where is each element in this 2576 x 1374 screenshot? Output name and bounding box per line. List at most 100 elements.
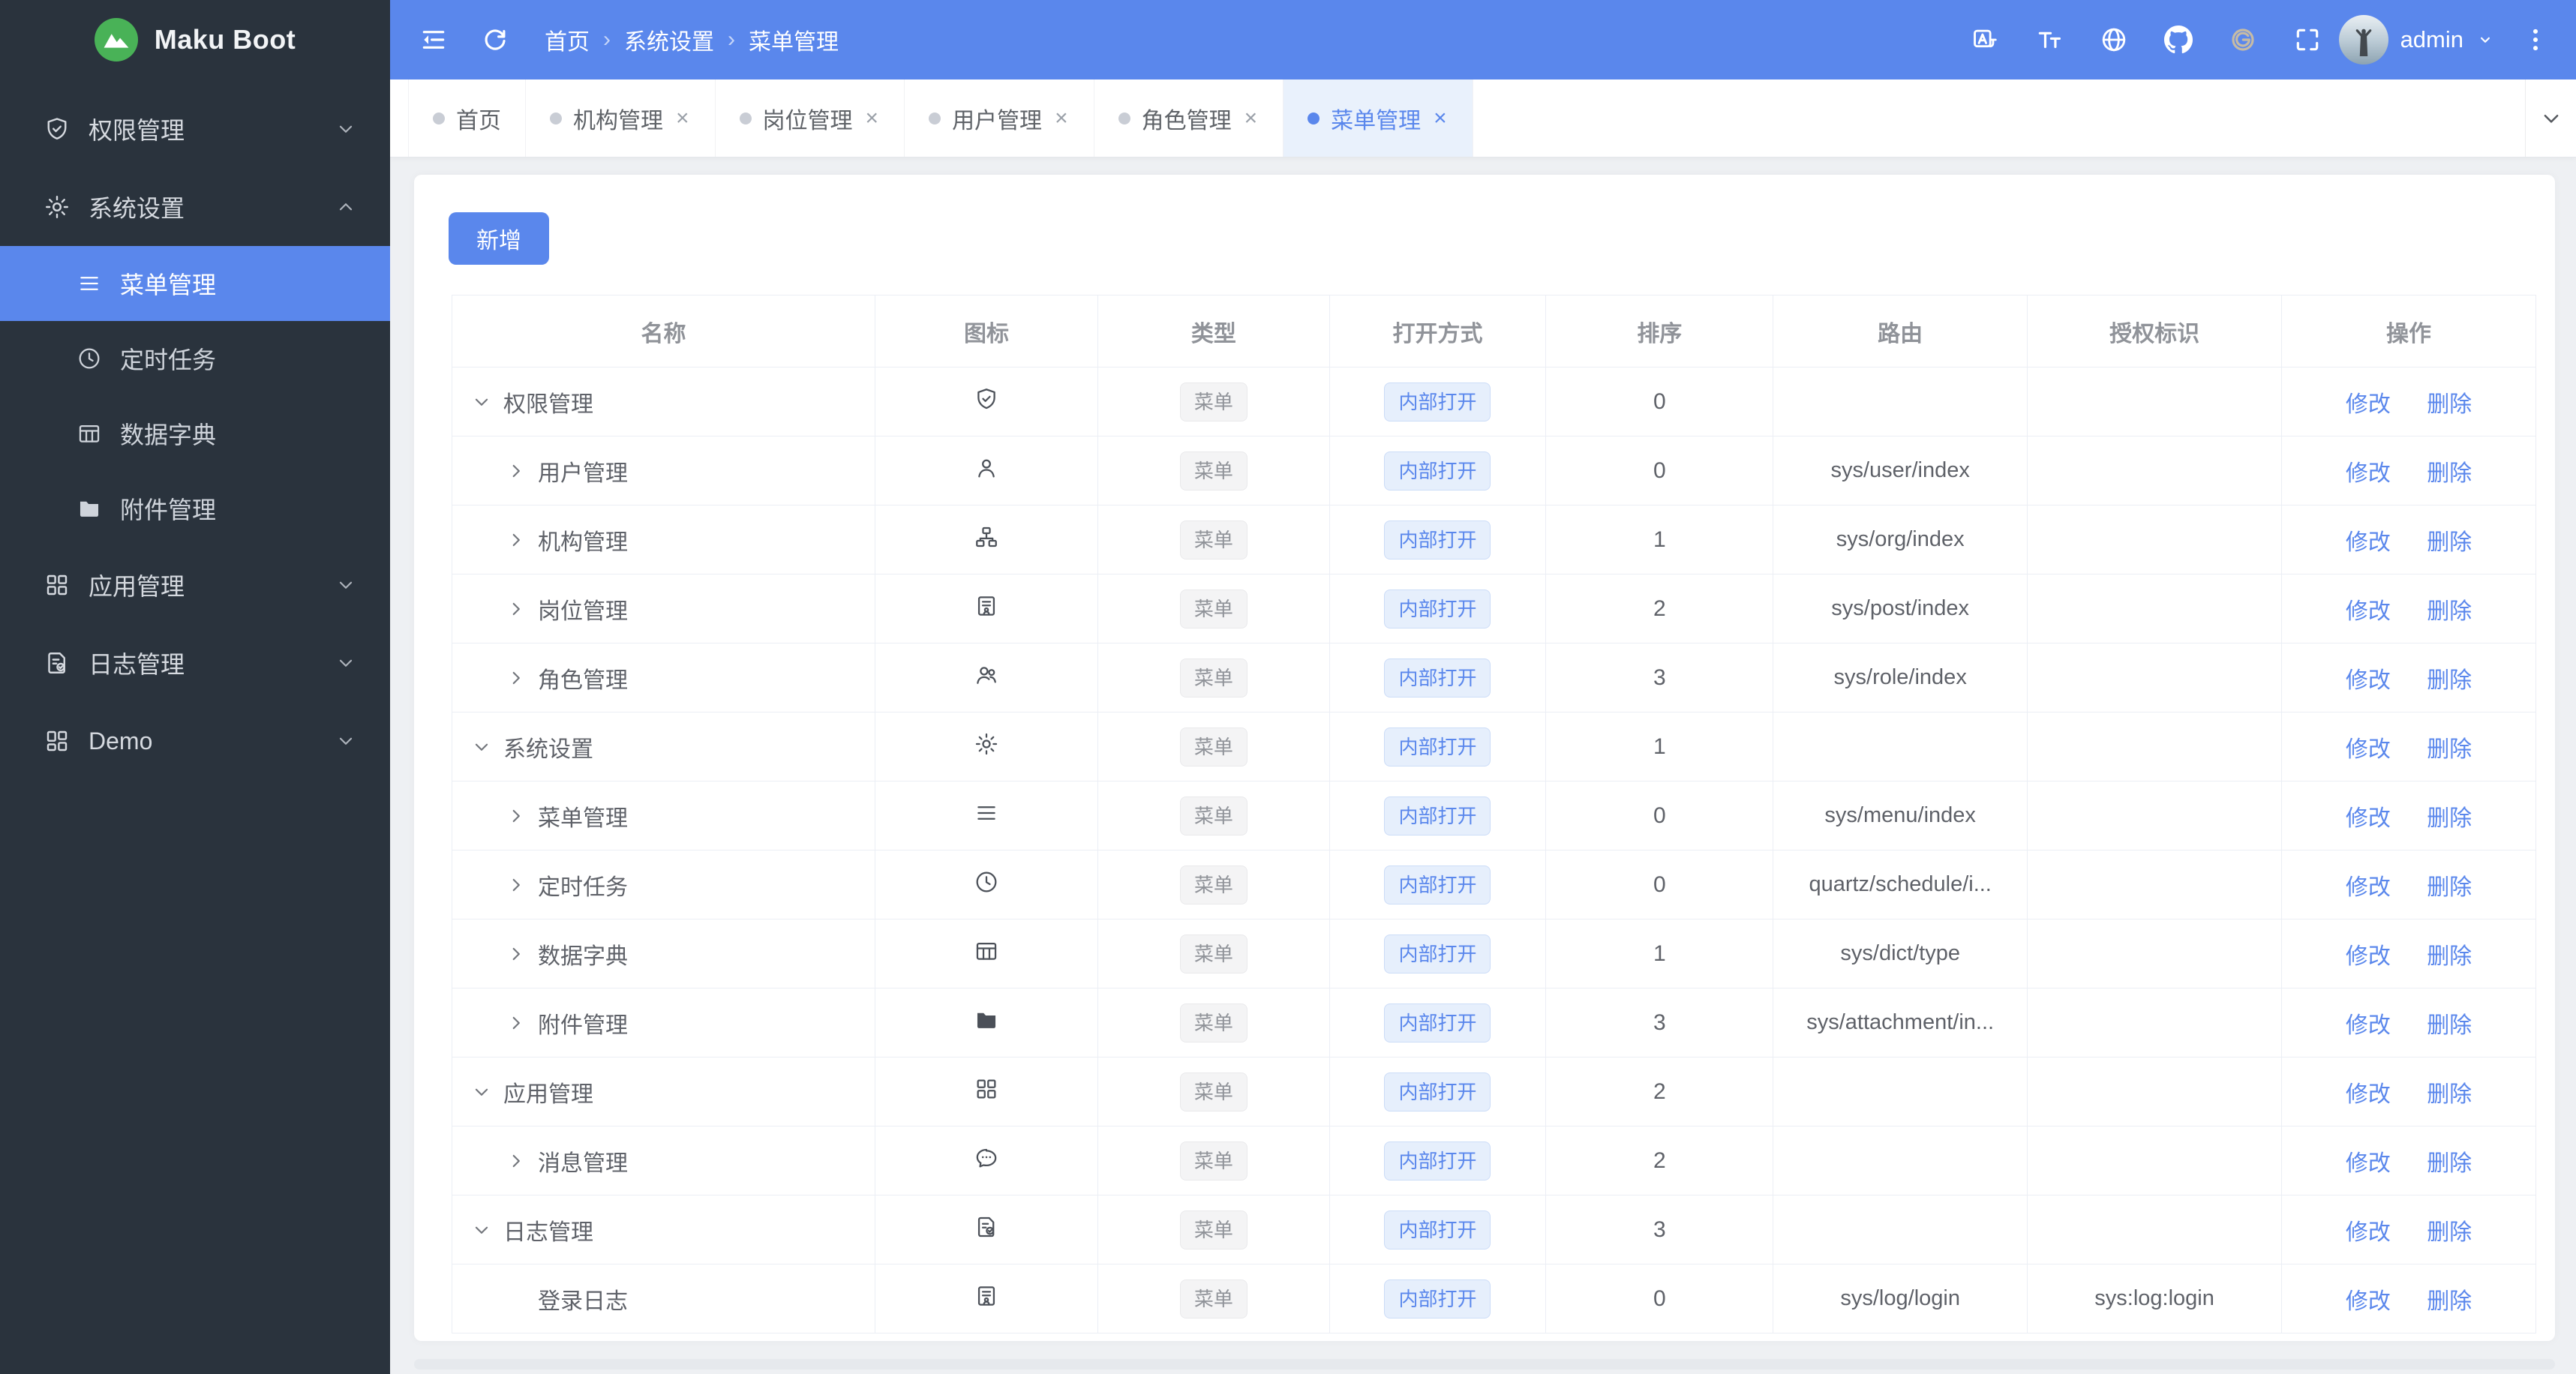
row-expand-icon[interactable] — [506, 668, 526, 688]
delete-link[interactable]: 删除 — [2427, 530, 2472, 555]
row-expand-icon[interactable] — [506, 806, 526, 826]
delete-link[interactable]: 删除 — [2427, 1220, 2472, 1245]
edit-link[interactable]: 修改 — [2346, 1151, 2391, 1176]
cell-name: 登录日志 — [452, 1264, 875, 1334]
refresh-icon[interactable] — [474, 19, 516, 61]
add-button[interactable]: 新增 — [449, 212, 549, 265]
edit-link[interactable]: 修改 — [2346, 1220, 2391, 1245]
delete-link[interactable]: 删除 — [2427, 806, 2472, 831]
delete-link[interactable]: 删除 — [2427, 1013, 2472, 1038]
row-collapse-icon[interactable] — [472, 1220, 491, 1240]
row-collapse-icon[interactable] — [472, 392, 491, 412]
cell-open-mode: 内部打开 — [1329, 1195, 1547, 1264]
cell-open-mode: 内部打开 — [1329, 1264, 1547, 1334]
sidebar-subitem-菜单管理[interactable]: 菜单管理 — [0, 246, 390, 321]
sidebar-subitem-数据字典[interactable]: 数据字典 — [0, 396, 390, 471]
cell-auth — [2027, 436, 2283, 506]
row-expand-icon[interactable] — [506, 875, 526, 895]
tab-close-icon[interactable]: × — [1243, 106, 1259, 131]
tabs-overflow-chevron-icon[interactable] — [2525, 80, 2576, 157]
gitee-icon[interactable] — [2222, 19, 2264, 61]
collapse-menu-icon[interactable] — [413, 19, 455, 61]
cell-auth — [2027, 1126, 2283, 1196]
column-header-授权标识: 授权标识 — [2027, 295, 2283, 368]
delete-link[interactable]: 删除 — [2427, 461, 2472, 486]
cell-icon — [874, 919, 1099, 988]
folder-filled-icon — [974, 1007, 999, 1033]
row-expand-icon[interactable] — [506, 1013, 526, 1033]
font-size-icon[interactable] — [2028, 19, 2070, 61]
cell-sort: 0 — [1545, 436, 1774, 506]
user-menu[interactable]: admin — [2338, 15, 2495, 64]
delete-link[interactable]: 删除 — [2427, 944, 2472, 969]
breadcrumb-item[interactable]: 系统设置 — [624, 23, 714, 56]
fullscreen-icon[interactable] — [2286, 19, 2328, 61]
row-expand-icon[interactable] — [506, 1151, 526, 1171]
more-options-icon[interactable] — [2514, 19, 2556, 61]
edit-link[interactable]: 修改 — [2346, 1289, 2391, 1314]
delete-link[interactable]: 删除 — [2427, 1289, 2472, 1314]
delete-link[interactable]: 删除 — [2427, 1082, 2472, 1107]
row-collapse-icon[interactable] — [472, 1082, 491, 1102]
row-expand-icon[interactable] — [506, 461, 526, 481]
sidebar-item-label: 应用管理 — [89, 573, 185, 600]
delete-link[interactable]: 删除 — [2427, 737, 2472, 762]
cell-auth — [2027, 988, 2283, 1058]
tab-close-icon[interactable]: × — [674, 106, 691, 131]
sidebar-item-应用管理[interactable]: 应用管理 — [0, 546, 390, 624]
avatar[interactable] — [2338, 15, 2388, 64]
tab-岗位管理[interactable]: 岗位管理 × — [716, 80, 905, 157]
delete-link[interactable]: 删除 — [2427, 392, 2472, 417]
tab-机构管理[interactable]: 机构管理 × — [526, 80, 716, 157]
edit-link[interactable]: 修改 — [2346, 1082, 2391, 1107]
row-expand-icon[interactable] — [506, 599, 526, 619]
cell-name: 系统设置 — [452, 712, 875, 782]
tab-close-icon[interactable]: × — [1432, 106, 1449, 131]
row-expand-icon[interactable] — [506, 530, 526, 550]
cell-name: 日志管理 — [452, 1195, 875, 1264]
cell-icon — [874, 1264, 1099, 1334]
edit-link[interactable]: 修改 — [2346, 806, 2391, 831]
sidebar-item-Demo[interactable]: Demo — [0, 702, 390, 780]
edit-link[interactable]: 修改 — [2346, 737, 2391, 762]
edit-link[interactable]: 修改 — [2346, 875, 2391, 900]
edit-link[interactable]: 修改 — [2346, 944, 2391, 969]
edit-link[interactable]: 修改 — [2346, 1013, 2391, 1038]
edit-link[interactable]: 修改 — [2346, 530, 2391, 555]
sidebar-item-系统设置[interactable]: 系统设置 — [0, 168, 390, 246]
breadcrumb-item[interactable]: 首页 — [545, 23, 590, 56]
row-expand-icon[interactable] — [506, 944, 526, 964]
cell-type: 菜单 — [1097, 919, 1330, 988]
cell-route: quartz/schedule/i... — [1773, 850, 2028, 920]
tab-用户管理[interactable]: 用户管理 × — [905, 80, 1094, 157]
delete-link[interactable]: 删除 — [2427, 599, 2472, 624]
horizontal-scrollbar[interactable] — [414, 1359, 2555, 1370]
sidebar-subitem-附件管理[interactable]: 附件管理 — [0, 471, 390, 546]
type-tag: 菜单 — [1179, 589, 1247, 628]
open-mode-tag: 内部打开 — [1384, 451, 1491, 490]
delete-link[interactable]: 删除 — [2427, 1151, 2472, 1176]
edit-link[interactable]: 修改 — [2346, 668, 2391, 693]
sidebar-subitem-定时任务[interactable]: 定时任务 — [0, 321, 390, 396]
delete-link[interactable]: 删除 — [2427, 875, 2472, 900]
clock-icon — [77, 346, 102, 371]
tab-close-icon[interactable]: × — [864, 106, 881, 131]
github-icon[interactable] — [2157, 19, 2199, 61]
tab-菜单管理[interactable]: 菜单管理 × — [1283, 80, 1473, 157]
main-content: 新增 名称 图标 类型 打开方式 排序 路由 授权标识 操作 权限管理 菜单 内部打开 0 修改 … — [390, 158, 2576, 1374]
globe-icon[interactable] — [2093, 19, 2135, 61]
cell-type: 菜单 — [1097, 505, 1330, 574]
translate-icon[interactable] — [1964, 19, 2006, 61]
table-row-机构管理: 机构管理 菜单 内部打开 1 sys/org/index 修改 删除 — [452, 505, 2536, 574]
tab-首页[interactable]: 首页 — [408, 80, 526, 157]
cell-open-mode: 内部打开 — [1329, 988, 1547, 1058]
row-collapse-icon[interactable] — [472, 737, 491, 757]
delete-link[interactable]: 删除 — [2427, 668, 2472, 693]
sidebar-item-日志管理[interactable]: 日志管理 — [0, 624, 390, 702]
edit-link[interactable]: 修改 — [2346, 599, 2391, 624]
edit-link[interactable]: 修改 — [2346, 461, 2391, 486]
tab-close-icon[interactable]: × — [1053, 106, 1070, 131]
sidebar-item-权限管理[interactable]: 权限管理 — [0, 90, 390, 168]
tab-角色管理[interactable]: 角色管理 × — [1094, 80, 1284, 157]
edit-link[interactable]: 修改 — [2346, 392, 2391, 417]
